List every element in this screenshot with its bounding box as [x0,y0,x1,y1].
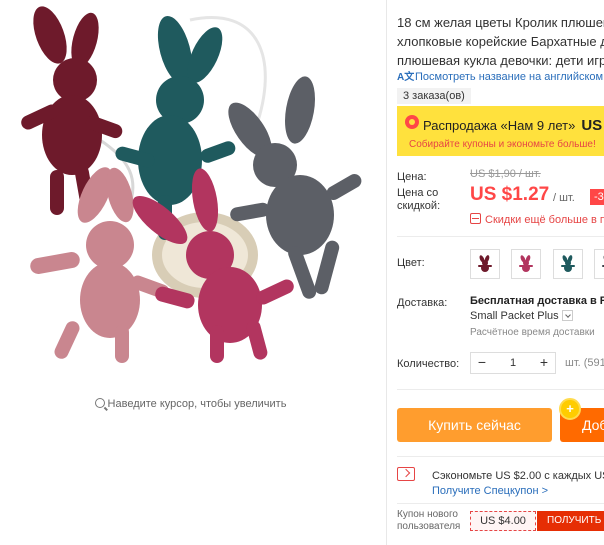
discount-price-label-2: скидкой: [397,200,441,212]
shipping-method-select[interactable]: Small Packet Plus [470,310,573,322]
divider [397,503,604,504]
shipping-title: Бесплатная доставка в Ru [470,295,604,307]
quantity-label: Количество: [397,358,460,370]
coupon-icon [397,467,415,481]
color-swatch-teal[interactable] [552,249,583,279]
zoom-hint: Наведите курсор, чтобы увеличить [0,398,381,410]
quantity-increase-button[interactable]: + [533,353,555,373]
sale-banner[interactable]: Распродажа «Нам 9 лет» US Собирайте купон… [397,106,604,156]
discount-badge: -33% [590,189,604,205]
vertical-divider [386,0,387,545]
product-image[interactable] [0,0,381,365]
color-swatch-magenta[interactable] [511,249,542,279]
product-title: 18 см желая цветы Кролик плюшевые хлопко… [397,13,604,70]
sale-icon [405,115,419,129]
new-user-label-line-2: пользователя [397,521,461,532]
save-coupon-text: Сэкономьте US $2.00 с каждых US $ [432,470,604,482]
new-user-coupon-label: Купон нового пользователя [397,509,460,533]
quantity-decrease-button[interactable]: − [471,353,493,373]
special-coupon-link[interactable]: Получите Спецкупон > [432,485,548,497]
buy-now-button[interactable]: Купить сейчас [397,408,552,442]
color-label: Цвет: [397,257,425,269]
shipping-method-text: Small Packet Plus [470,310,559,322]
quantity-available: шт. (591 [565,357,604,369]
get-coupon-button[interactable]: ПОЛУЧИТЬ [537,511,604,531]
discount-price-label-1: Цена со [397,187,439,199]
divider [397,456,604,457]
sale-subtitle: Собирайте купоны и экономьте больше! [409,139,596,150]
new-user-coupon-value: US $4.00 [470,511,536,531]
zoom-hint-text: Наведите курсор, чтобы увеличить [107,398,287,410]
translate-title-link[interactable]: A文Посмотреть название на английском [397,68,603,83]
price-unit: / шт. [553,192,575,204]
color-swatches [470,249,604,279]
product-title-line-1: 18 см желая цветы Кролик плюшевые [397,15,604,30]
sale-title: Распродажа «Нам 9 лет» US [423,117,602,134]
dropdown-caret-icon [561,310,573,321]
divider [397,236,604,237]
discount-price: US $1.27 [470,184,550,205]
magnifier-icon [94,398,105,408]
shipping-time: Расчётное время доставки [470,327,595,338]
new-user-label-line-1: Купон нового [397,509,458,520]
more-discounts-link[interactable]: Скидки ещё больше в пр [470,213,604,226]
sale-title-text: Распродажа «Нам 9 лет» [423,118,576,133]
price-label: Цена: [397,171,427,183]
color-swatch-burgundy[interactable] [470,249,500,279]
orders-count: 3 заказа(ов) [397,88,471,104]
sale-title-suffix: US [581,117,603,134]
bunnies-illustration [21,6,362,363]
quantity-input[interactable]: 1 [493,353,533,373]
shipping-label: Доставка: [397,297,448,309]
divider [397,389,604,390]
translate-icon: A文 [397,72,415,83]
color-swatch-dark[interactable] [594,249,604,279]
gift-icon [470,213,481,224]
product-details: 18 см желая цветы Кролик плюшевые хлопко… [397,0,604,545]
more-discounts-text: Скидки ещё больше в пр [485,214,604,226]
product-title-line-2: хлопковые корейские Бархатные длинные [397,34,604,49]
translate-title-text: Посмотреть название на английском [415,71,604,83]
coin-plus-icon [559,398,581,420]
old-price: US $1,90 / шт. [470,168,541,180]
quantity-stepper: − 1 + [470,352,556,374]
